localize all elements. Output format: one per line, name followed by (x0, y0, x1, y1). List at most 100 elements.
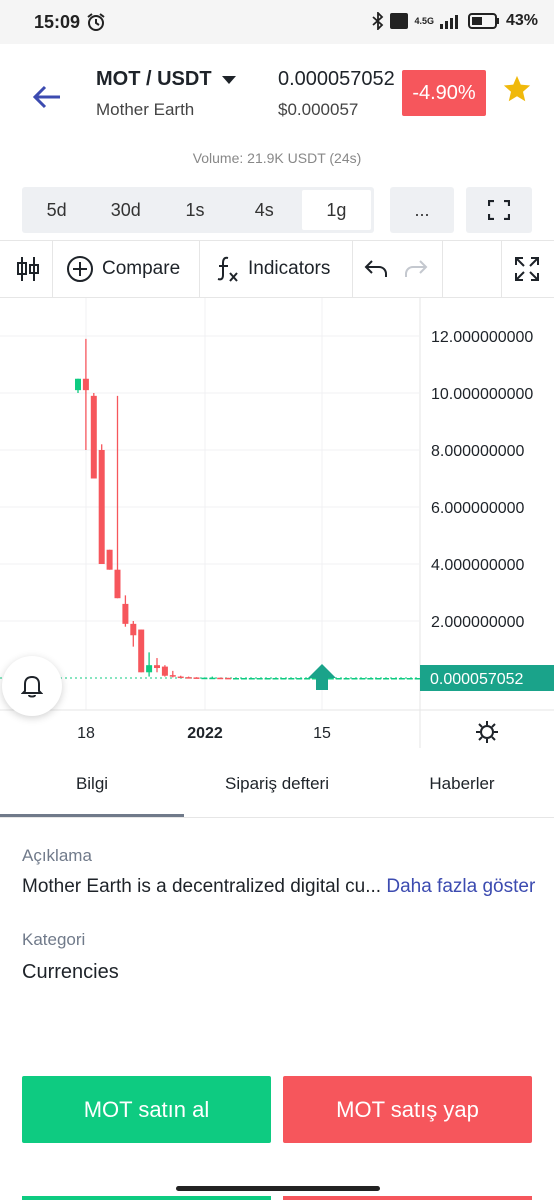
candle (343, 678, 350, 680)
candle-body (375, 678, 382, 680)
timeframe-30d[interactable]: 30d (91, 187, 160, 233)
candle-body (383, 678, 390, 680)
show-more-link[interactable]: Daha fazla göster (386, 876, 535, 897)
candlestick-chart[interactable]: 12.000000000 10.000000000 8.000000000 6.000… (0, 298, 554, 748)
candle (272, 678, 279, 680)
candle (248, 678, 255, 680)
candle-body (75, 378, 81, 391)
candle-body (256, 678, 263, 680)
candle-body (193, 677, 200, 679)
candle (406, 678, 413, 680)
candle (90, 393, 97, 479)
y-tick-label: 8.000000000 (431, 443, 525, 460)
sell-button[interactable]: MOT satış yap (283, 1076, 532, 1143)
candle (82, 338, 89, 450)
tab-haberler[interactable]: Haberler (370, 760, 554, 808)
candle-body (146, 665, 153, 673)
price-chart[interactable]: 12.000000000 10.000000000 8.000000000 6.000… (0, 298, 554, 748)
candle (193, 677, 200, 679)
timeframe-1s[interactable]: 1s (160, 187, 229, 233)
candle-body (327, 678, 334, 680)
candle (130, 621, 137, 647)
chart-type-button[interactable] (16, 241, 40, 297)
candle-body (82, 378, 89, 391)
candle-body (391, 678, 397, 680)
candle-body (248, 678, 255, 680)
candle (256, 678, 263, 680)
y-tick-label: 2.000000000 (431, 614, 525, 631)
category-value: Currencies (22, 961, 119, 983)
favorite-star-icon[interactable] (502, 74, 532, 104)
candle (185, 676, 192, 679)
candle (327, 678, 334, 680)
pair-symbol: MOT / USDT (96, 68, 212, 90)
volte-icon (390, 13, 409, 29)
undo-button[interactable] (364, 241, 388, 297)
pair-header: MOT / USDT Mother Earth 0.000057052 $0.0… (0, 44, 554, 144)
bell-icon (21, 675, 43, 698)
price-alert-button[interactable] (2, 656, 62, 716)
y-tick-label: 12.000000000 (431, 329, 533, 346)
y-tick-label: 10.000000000 (431, 386, 533, 403)
buy-button[interactable]: MOT satın al (22, 1076, 271, 1143)
expand-chart-button[interactable] (514, 241, 540, 297)
more-timeframes-button[interactable]: ... (390, 187, 454, 233)
back-arrow-icon[interactable] (32, 84, 62, 110)
candle (296, 678, 303, 680)
candle-body (272, 678, 279, 680)
settings-gear-icon[interactable] (475, 720, 499, 744)
timeframe-5d[interactable]: 5d (22, 187, 91, 233)
fullscreen-button[interactable] (466, 187, 532, 233)
home-indicator[interactable] (176, 1186, 380, 1191)
active-tab-indicator (0, 814, 184, 817)
candle-body (351, 678, 358, 680)
candle (233, 678, 239, 680)
y-tick-label: 4.000000000 (431, 557, 525, 574)
tab-siparis-defteri[interactable]: Sipariş defteri (184, 760, 370, 808)
candle-body (406, 678, 413, 680)
info-tabs: Bilgi Sipariş defteri Haberler (0, 760, 554, 818)
compare-label: Compare (102, 258, 181, 279)
tab-bilgi[interactable]: Bilgi (0, 760, 184, 808)
x-tick-label: 15 (313, 725, 331, 742)
compare-button[interactable]: Compare (66, 241, 180, 297)
indicators-button[interactable]: Indicators (214, 241, 330, 297)
candle (98, 444, 105, 564)
buy-button-peek (22, 1196, 271, 1200)
timeframe-selector: 5d 30d 1s 4s 1g (22, 187, 374, 233)
candle-body (280, 678, 287, 680)
timeframe-4s[interactable]: 4s (230, 187, 299, 233)
candle (138, 629, 145, 673)
redo-button[interactable] (404, 241, 428, 297)
candle-body (177, 676, 184, 679)
candle-body (217, 677, 224, 680)
price-usd: $0.000057 (278, 100, 359, 119)
y-tick-label: 6.000000000 (431, 500, 525, 517)
description-row: Mother Earth is a decentralized digital … (22, 876, 535, 898)
candle (75, 378, 81, 393)
status-time: 15:09 (34, 12, 81, 32)
candle (264, 678, 271, 680)
x-tick-label: 18 (77, 725, 95, 742)
category-label: Kategori (22, 930, 86, 949)
candle (335, 678, 342, 680)
candle-body (240, 678, 247, 680)
candle (375, 678, 382, 680)
expand-icon (515, 257, 539, 281)
candle-body (169, 675, 176, 677)
candle-body (161, 666, 168, 676)
candle-body (130, 623, 137, 636)
timeframe-1g[interactable]: 1g (301, 190, 372, 230)
candle-body (138, 629, 145, 673)
candle (177, 675, 184, 679)
candle (154, 658, 160, 673)
candle (304, 678, 311, 680)
candle-body (98, 450, 105, 564)
candle-body (398, 678, 405, 680)
chevron-down-icon (221, 75, 236, 84)
description-label: Açıklama (22, 846, 92, 865)
candle-body (264, 678, 271, 680)
pair-selector[interactable]: MOT / USDT (96, 68, 236, 91)
battery-level: 43% (505, 12, 538, 29)
undo-icon (364, 260, 387, 277)
